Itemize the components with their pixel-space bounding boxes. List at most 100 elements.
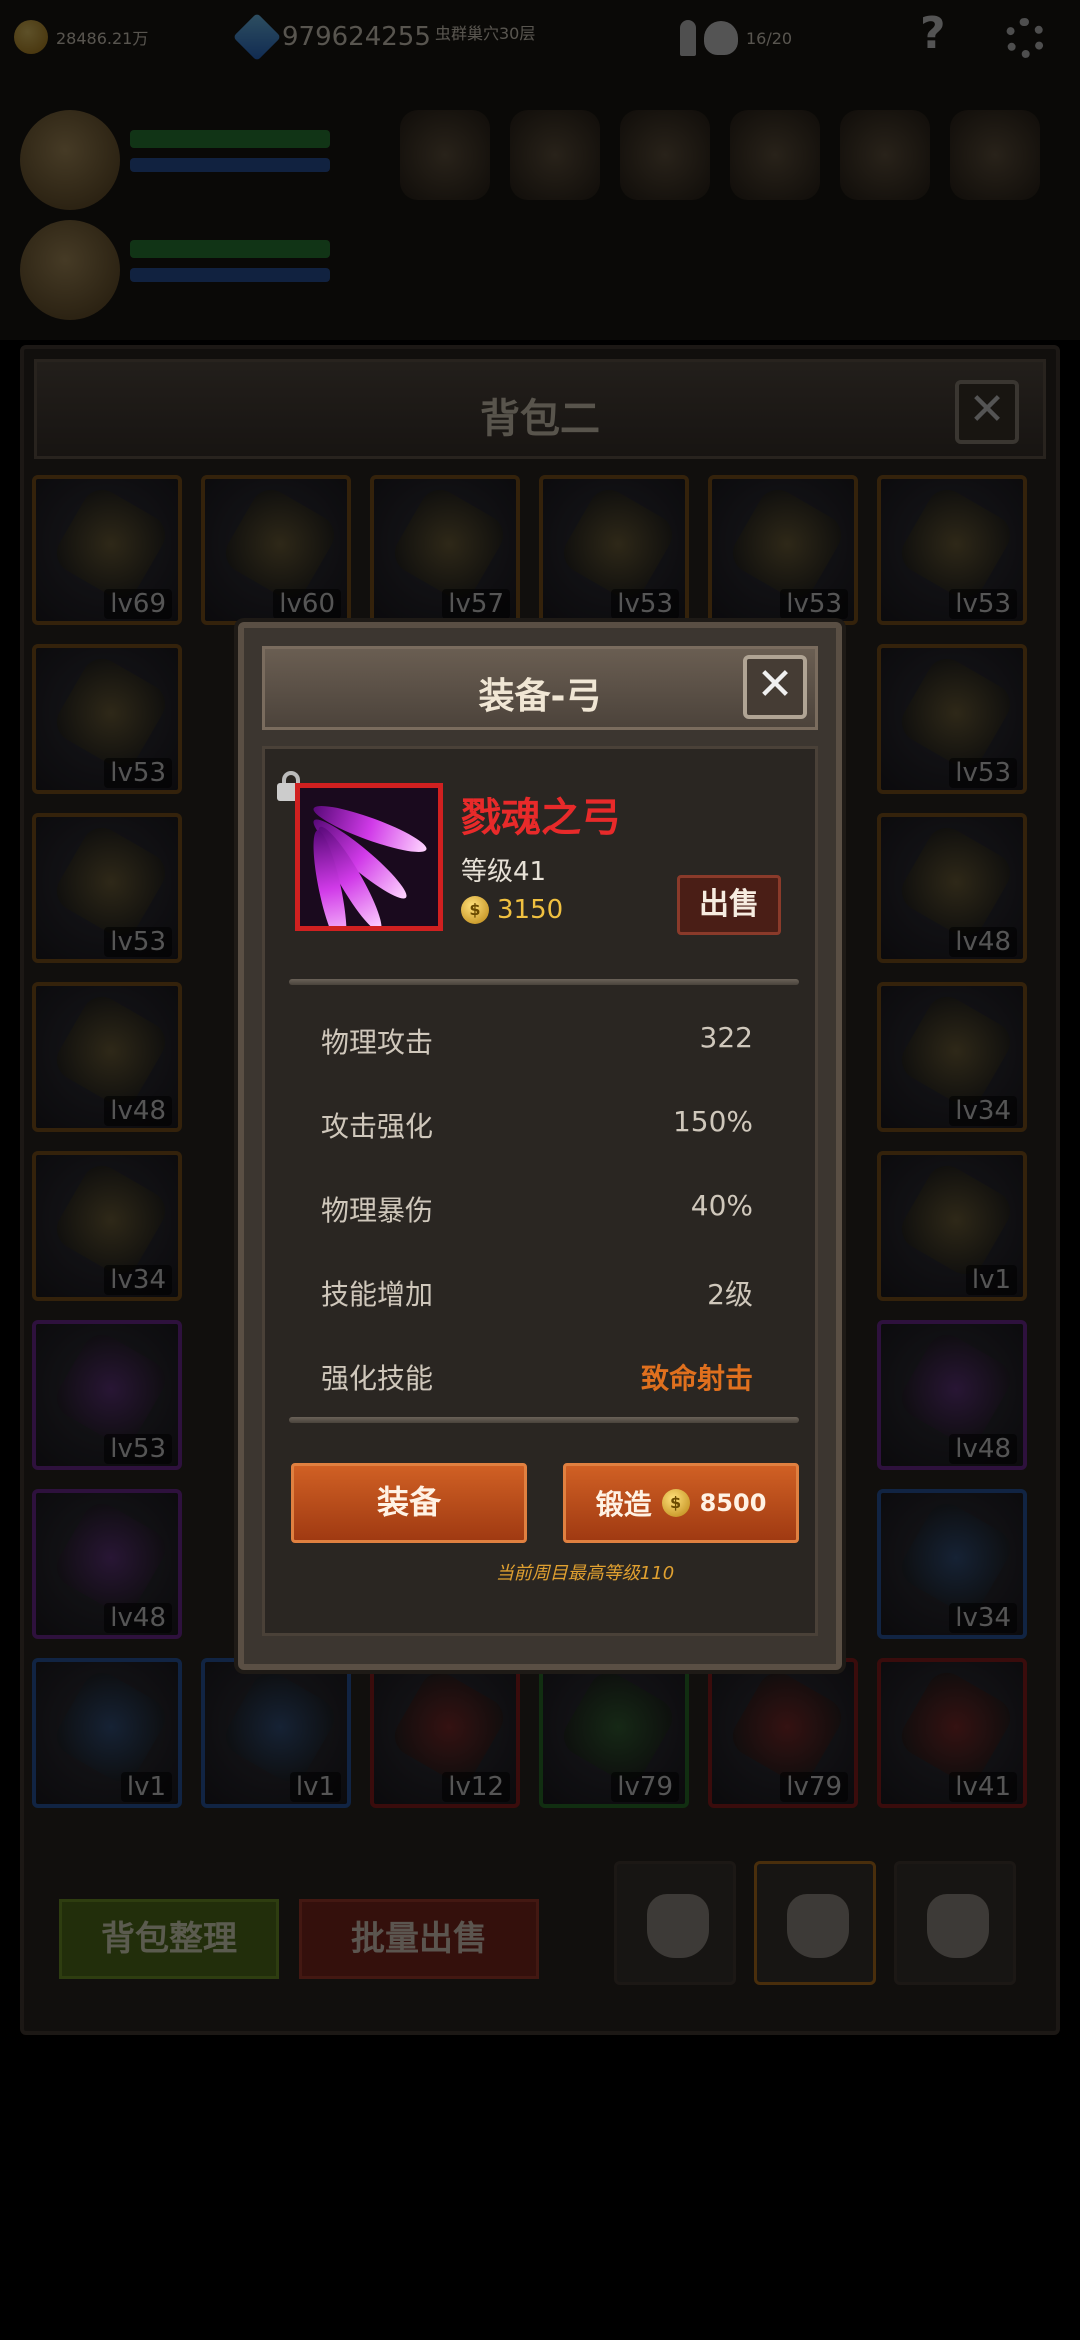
slot-level: lv60 xyxy=(273,589,341,619)
settings-button[interactable] xyxy=(1005,18,1045,58)
equipment-icon xyxy=(894,820,1018,944)
inventory-slot[interactable]: lv34 xyxy=(877,1489,1027,1639)
bulk-sell-button[interactable]: 批量出售 xyxy=(299,1899,539,1979)
stat-value: 2级 xyxy=(707,1278,753,1311)
slot-level: lv79 xyxy=(780,1772,848,1802)
stamina-counter: 16/20 xyxy=(680,20,792,56)
equip-button[interactable]: 装备 xyxy=(291,1463,527,1543)
inventory-slot[interactable]: lv1 xyxy=(32,1658,182,1808)
coin-icon: $ xyxy=(461,896,489,924)
stamina-value: 16/20 xyxy=(746,28,793,48)
gold-amount: 28486.21万 xyxy=(56,29,149,48)
sell-button[interactable]: 出售 xyxy=(677,875,781,935)
equipment-icon xyxy=(894,989,1018,1113)
inventory-slot[interactable]: lv57 xyxy=(370,475,520,625)
inventory-slot[interactable]: lv53 xyxy=(32,813,182,963)
bag-tab-3[interactable] xyxy=(894,1861,1016,1985)
inventory-slot[interactable]: lv34 xyxy=(32,1151,182,1301)
hp-bar xyxy=(130,240,330,258)
divider xyxy=(289,1417,799,1423)
slot-level: lv1 xyxy=(965,1265,1017,1295)
hero-portrait-icon xyxy=(20,110,120,210)
inventory-slot[interactable]: lv53 xyxy=(32,644,182,794)
inventory-slot[interactable]: lv79 xyxy=(708,1658,858,1808)
slot-level: lv53 xyxy=(104,758,172,788)
stat-label: 技能增加 xyxy=(321,1278,434,1311)
stat-value: 322 xyxy=(699,1021,753,1054)
dialog-title: 装备-弓 xyxy=(478,676,602,717)
item-name: 戮魂之弓 xyxy=(461,795,621,841)
sort-bag-button[interactable]: 背包整理 xyxy=(59,1899,279,1979)
inventory-slot[interactable]: lv48 xyxy=(32,982,182,1132)
skill-slot-icon[interactable] xyxy=(730,110,820,200)
stat-value: 150% xyxy=(672,1105,753,1138)
backpack-header: 背包二 ✕ xyxy=(34,359,1046,459)
stage-label: 虫群巢穴30层 xyxy=(435,20,535,44)
skill-slot-icon[interactable] xyxy=(840,110,930,200)
equipment-icon xyxy=(894,482,1018,606)
equipment-icon xyxy=(894,1158,1018,1282)
slot-level: lv48 xyxy=(949,927,1017,957)
hero-portrait-icon xyxy=(20,220,120,320)
skill-slot-icon[interactable] xyxy=(950,110,1040,200)
equipment-icon xyxy=(49,1496,173,1620)
inventory-slot[interactable]: lv53 xyxy=(877,475,1027,625)
inventory-slot[interactable]: lv53 xyxy=(877,644,1027,794)
slot-level: lv41 xyxy=(949,1772,1017,1802)
hero-status-1[interactable] xyxy=(20,100,340,220)
slot-level: lv48 xyxy=(104,1096,172,1126)
slot-level: lv69 xyxy=(104,589,172,619)
skill-slot-icon[interactable] xyxy=(620,110,710,200)
inventory-slot[interactable]: lv79 xyxy=(539,1658,689,1808)
inventory-slot[interactable]: lv60 xyxy=(201,475,351,625)
inventory-slot[interactable]: lv1 xyxy=(201,1658,351,1808)
equipment-icon xyxy=(49,482,173,606)
enhanced-skill-value: 致命射击 xyxy=(640,1362,753,1395)
inventory-slot[interactable]: lv53 xyxy=(539,475,689,625)
skill-slot-icon[interactable] xyxy=(510,110,600,200)
bag-sack-icon xyxy=(787,1894,849,1958)
skill-slot-icon[interactable] xyxy=(400,110,490,200)
inventory-slot[interactable]: lv53 xyxy=(708,475,858,625)
slot-level: lv53 xyxy=(104,1434,172,1464)
inventory-slot[interactable]: lv12 xyxy=(370,1658,520,1808)
inventory-slot[interactable]: lv48 xyxy=(32,1489,182,1639)
slot-level: lv34 xyxy=(104,1265,172,1295)
dialog-header: 装备-弓 ✕ xyxy=(262,646,818,730)
bag-sack-icon xyxy=(927,1894,989,1958)
top-hud: 28486.21万 979624255 虫群巢穴30层 16/20 ? xyxy=(0,0,1080,340)
help-button[interactable]: ? xyxy=(920,8,946,59)
inventory-slot[interactable]: lv53 xyxy=(32,1320,182,1470)
equipment-icon xyxy=(218,482,342,606)
forge-button[interactable]: 锻造 $ 8500 xyxy=(563,1463,799,1543)
slot-level: lv34 xyxy=(949,1603,1017,1633)
equipment-icon xyxy=(894,1665,1018,1789)
backpack-close-button[interactable]: ✕ xyxy=(955,380,1019,444)
inventory-slot[interactable]: lv69 xyxy=(32,475,182,625)
stat-label: 攻击强化 xyxy=(321,1110,434,1143)
coin-icon: $ xyxy=(661,1489,690,1517)
max-level-note: 当前周目最高等级110 xyxy=(495,1563,675,1584)
equipment-icon xyxy=(894,1327,1018,1451)
inventory-slot[interactable]: lv48 xyxy=(877,1320,1027,1470)
key-icon xyxy=(680,20,696,56)
inventory-slot[interactable]: lv41 xyxy=(877,1658,1027,1808)
equipment-icon xyxy=(894,651,1018,775)
price-value: 3150 xyxy=(497,895,564,925)
dialog-close-button[interactable]: ✕ xyxy=(743,655,807,719)
hero-status-2[interactable] xyxy=(20,210,340,330)
equipment-icon xyxy=(387,482,511,606)
divider xyxy=(289,979,799,985)
help-icon: ? xyxy=(920,8,946,59)
slot-level: lv53 xyxy=(949,589,1017,619)
inventory-slot[interactable]: lv1 xyxy=(877,1151,1027,1301)
skull-icon xyxy=(704,21,738,55)
stat-value: 40% xyxy=(690,1189,753,1222)
inventory-slot[interactable]: lv48 xyxy=(877,813,1027,963)
bag-tab-1[interactable] xyxy=(614,1861,736,1985)
stat-label: 强化技能 xyxy=(321,1362,434,1395)
inventory-slot[interactable]: lv34 xyxy=(877,982,1027,1132)
stat-row: 强化技能 致命射击 xyxy=(321,1357,753,1397)
item-price: $ 3150 xyxy=(461,895,563,925)
bag-tab-2[interactable] xyxy=(754,1861,876,1985)
